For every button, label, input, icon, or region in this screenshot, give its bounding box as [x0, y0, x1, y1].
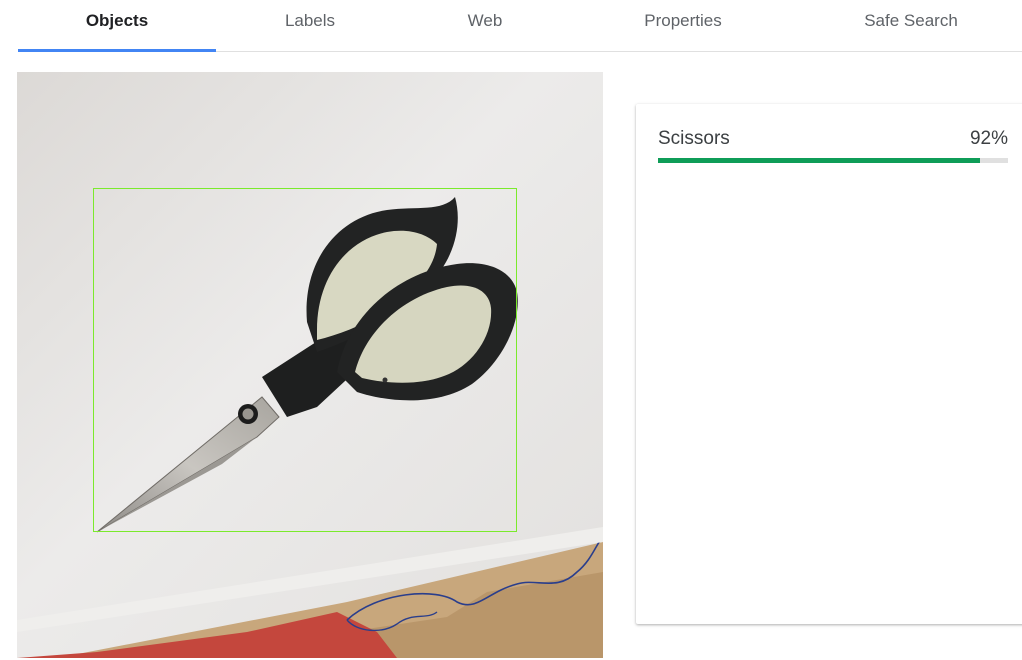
tab-properties-label: Properties — [644, 10, 722, 30]
result-row: Scissors 92% — [658, 128, 1008, 152]
tab-objects[interactable]: Objects — [18, 0, 216, 52]
tab-bar: Objects Labels Web Properties Safe Searc… — [18, 0, 1022, 52]
tab-properties[interactable]: Properties — [566, 0, 800, 51]
object-name: Scissors — [658, 128, 730, 149]
vision-api-demo: Objects Labels Web Properties Safe Searc… — [0, 0, 1022, 660]
tab-web-label: Web — [467, 10, 503, 30]
bounding-box-scissors — [93, 188, 517, 532]
confidence-bar-track — [658, 158, 1008, 163]
results-card: Scissors 92% — [636, 104, 1022, 624]
confidence-value: 92% — [969, 128, 1008, 149]
analyzed-image — [17, 72, 603, 658]
tab-objects-label: Objects — [85, 10, 149, 30]
result-item-scissors[interactable]: Scissors 92% — [658, 128, 1008, 163]
tab-web[interactable]: Web — [404, 0, 566, 51]
tab-safe-search[interactable]: Safe Search — [800, 0, 1022, 51]
confidence-bar-fill — [658, 158, 980, 163]
tab-safe-search-label: Safe Search — [864, 10, 958, 30]
tab-labels[interactable]: Labels — [216, 0, 404, 51]
tab-labels-label: Labels — [284, 10, 336, 30]
